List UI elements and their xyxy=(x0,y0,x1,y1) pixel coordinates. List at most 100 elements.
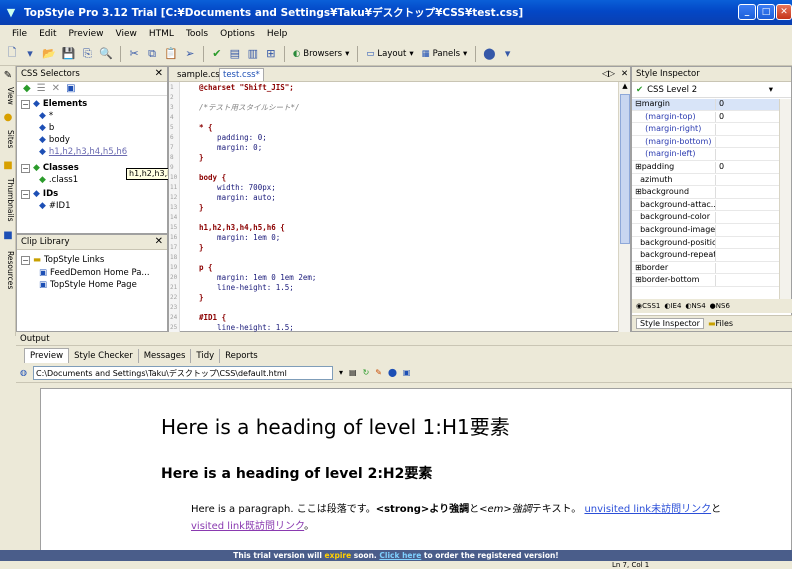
property-row[interactable]: ⊞padding 0 xyxy=(632,162,780,174)
menu-html[interactable]: HTML xyxy=(143,29,180,39)
close-icon[interactable]: ✕ xyxy=(621,69,628,79)
layout-dropdown[interactable]: ▭ Layout ▾ xyxy=(363,49,416,59)
close-icon[interactable]: ✕ xyxy=(155,68,163,79)
properties-icon[interactable]: ▣ xyxy=(66,83,75,94)
property-value[interactable] xyxy=(716,124,719,135)
unvisited-link[interactable]: unvisited link未訪問リンク xyxy=(584,504,711,515)
menu-edit[interactable]: Edit xyxy=(33,29,62,39)
format-icon[interactable]: ▥ xyxy=(245,45,261,63)
tab-files[interactable]: ▬Files xyxy=(708,319,733,328)
tab-view[interactable]: View xyxy=(1,84,15,108)
tree-elements[interactable]: − ◆ Elements xyxy=(21,99,87,109)
visited-link[interactable]: visited link既訪問リンク xyxy=(191,521,304,532)
property-value[interactable] xyxy=(716,212,719,223)
list-item[interactable]: ▣ FeedDemon Home Pa... xyxy=(39,268,150,278)
property-value[interactable] xyxy=(716,250,719,261)
copy-icon[interactable]: ⧉ xyxy=(144,45,160,63)
property-list[interactable]: ⊟margin 0 (margin-top) 0 (margin-right) (m… xyxy=(632,99,780,299)
tree-item[interactable]: ◆ * xyxy=(39,111,53,121)
settings-icon[interactable]: ▣ xyxy=(403,368,411,377)
new-dropdown-icon[interactable]: ▾ xyxy=(22,45,38,63)
property-row[interactable]: azimuth xyxy=(632,174,780,187)
tree-group[interactable]: − ▬ TopStyle Links xyxy=(21,255,104,265)
tab-thumbnails[interactable]: Thumbnails xyxy=(1,174,15,226)
page-icon[interactable]: ▤ xyxy=(349,368,357,377)
property-value[interactable] xyxy=(716,137,719,148)
menu-tools[interactable]: Tools xyxy=(180,29,214,39)
close-icon[interactable]: ✕ xyxy=(155,236,163,247)
tab-scroll-icon[interactable]: ◁▷ xyxy=(602,69,615,79)
menu-view[interactable]: View xyxy=(110,29,143,39)
chevron-down-icon[interactable]: ▾ xyxy=(339,368,343,377)
preview-pane[interactable]: Here is a heading of level 1:H1要素 Here i… xyxy=(40,388,792,551)
menu-help[interactable]: Help xyxy=(261,29,294,39)
tree-ids[interactable]: − ◆ IDs xyxy=(21,189,58,199)
delete-icon[interactable]: ✕ xyxy=(52,83,60,94)
property-value[interactable] xyxy=(716,238,719,249)
minimize-button[interactable]: _ xyxy=(738,4,756,20)
property-row[interactable]: background-repeat xyxy=(632,250,780,262)
property-value[interactable] xyxy=(716,263,719,274)
tree-item[interactable]: ◆ h1,h2,h3,h4,h5,h6 xyxy=(39,147,127,157)
css-level-select[interactable]: ✔ CSS Level 2 ▾ xyxy=(632,82,791,98)
property-value[interactable] xyxy=(716,225,719,236)
property-value[interactable]: 0 xyxy=(716,112,724,123)
browser-ie4[interactable]: ◐IE4 xyxy=(664,302,681,310)
menu-file[interactable]: File xyxy=(6,29,33,39)
property-value[interactable] xyxy=(716,175,719,186)
browsers-dropdown[interactable]: ◐ Browsers ▾ xyxy=(290,49,353,59)
vertical-scrollbar[interactable] xyxy=(779,99,791,299)
scroll-up-icon[interactable]: ▲ xyxy=(620,82,630,92)
style-icon[interactable]: ▤ xyxy=(227,45,243,63)
tab-reports[interactable]: Reports xyxy=(220,349,263,363)
tab-resources[interactable]: Resources xyxy=(1,244,15,296)
tab-style-inspector[interactable]: Style Inspector xyxy=(636,318,704,329)
tree-item[interactable]: ◆ .class1 xyxy=(39,175,78,185)
collapse-icon[interactable]: − xyxy=(21,255,30,265)
property-row[interactable]: (margin-right) xyxy=(632,124,780,136)
refresh-icon[interactable]: ↻ xyxy=(363,368,370,377)
menu-preview[interactable]: Preview xyxy=(63,29,110,39)
tab-sites[interactable]: Sites xyxy=(1,126,15,152)
save-icon[interactable]: 💾 xyxy=(60,45,78,63)
tab-tidy[interactable]: Tidy xyxy=(191,349,221,363)
property-value[interactable] xyxy=(716,275,719,286)
property-value[interactable] xyxy=(716,200,719,211)
edit-icon[interactable]: ✎ xyxy=(375,368,382,377)
close-button[interactable]: ✕ xyxy=(776,4,792,20)
more-dropdown-icon[interactable]: ▾ xyxy=(500,45,516,63)
tree-item[interactable]: ◆ body xyxy=(39,135,70,145)
property-row[interactable]: background-image xyxy=(632,225,780,237)
property-value[interactable] xyxy=(716,149,719,160)
list-item[interactable]: ▣ TopStyle Home Page xyxy=(39,280,137,290)
paste-icon[interactable]: 📋 xyxy=(162,45,180,63)
help-icon[interactable]: ⬤ xyxy=(481,45,497,63)
tab-test-css[interactable]: test.css* xyxy=(219,68,264,81)
property-row[interactable]: background-position xyxy=(632,237,780,250)
check-icon[interactable]: ✔ xyxy=(209,45,225,63)
title-bar[interactable]: ▼ TopStyle Pro 3.12 Trial [C:¥Documents … xyxy=(0,0,792,25)
property-row[interactable]: background-attac... xyxy=(632,199,780,212)
tab-style-checker[interactable]: Style Checker xyxy=(69,349,139,363)
arrow-icon[interactable]: ➢ xyxy=(182,45,198,63)
code-editor[interactable]: sample.css test.css* ◁▷ ✕ 1 2 3 4 5 6 7 8 9 10 11 1… xyxy=(168,66,631,332)
collapse-icon[interactable]: − xyxy=(21,99,30,109)
property-value[interactable] xyxy=(716,187,719,198)
property-row[interactable]: ⊞background xyxy=(632,187,780,199)
tab-preview[interactable]: Preview xyxy=(24,348,70,363)
new-file-icon[interactable]: 🗋 xyxy=(4,45,20,63)
property-row[interactable]: ⊞border-bottom xyxy=(632,275,780,287)
preview-path-select[interactable]: C:\Documents and Settings\Taku\デスクトップ\CS… xyxy=(32,365,333,380)
vertical-scrollbar[interactable]: ▲ xyxy=(618,82,630,332)
maximize-button[interactable]: □ xyxy=(757,4,775,20)
scroll-thumb[interactable] xyxy=(620,94,630,244)
browser-ns4[interactable]: ◐NS4 xyxy=(685,302,705,310)
tree-item[interactable]: ◆ #ID1 xyxy=(39,201,71,211)
browser-css1[interactable]: ◉CSS1 xyxy=(636,302,660,310)
menu-options[interactable]: Options xyxy=(214,29,261,39)
property-value[interactable]: 0 xyxy=(716,99,724,110)
split-icon[interactable]: ⊞ xyxy=(263,45,279,63)
save-all-icon[interactable]: ⎘ xyxy=(79,45,95,63)
tab-messages[interactable]: Messages xyxy=(139,349,192,363)
cut-icon[interactable]: ✂ xyxy=(126,45,142,63)
